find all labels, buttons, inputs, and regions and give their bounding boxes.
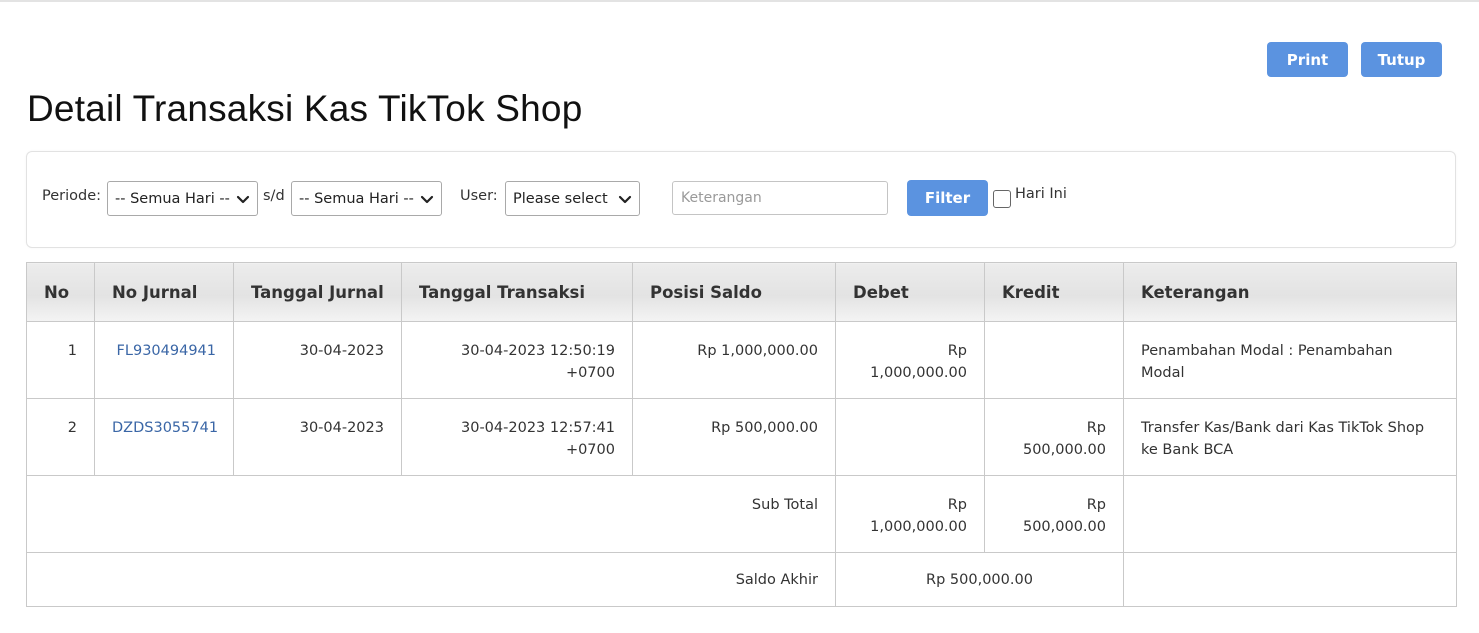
user-select-value: Please select [513, 190, 608, 207]
column-header: Debet [835, 262, 985, 322]
journal-date: 30-04-2023 [233, 321, 402, 399]
subtotal-debit-cell: Rp 1,000,000.00 [835, 475, 985, 553]
journal-date: 30-04-2023 [233, 398, 402, 476]
debit-cell: Rp 1,000,000.00 [835, 321, 985, 399]
keterangan-input[interactable] [672, 181, 888, 215]
print-button[interactable]: Print [1267, 42, 1348, 77]
transaction-timezone: +0700 [565, 442, 615, 458]
table-header-row: No No Jurnal Tanggal Jurnal Tanggal Tran… [26, 262, 1457, 322]
ending-balance-empty-cell [1123, 552, 1457, 607]
transaction-timezone: +0700 [565, 365, 615, 381]
column-header: No [26, 262, 95, 322]
table-row: 1 FL930494941 30-04-2023 30-04-2023 12:5… [26, 321, 1457, 399]
row-number: 2 [26, 398, 95, 476]
periode-to-value: -- Semua Hari -- [299, 190, 414, 207]
column-header: Kredit [984, 262, 1124, 322]
periode-from-value: -- Semua Hari -- [115, 190, 230, 207]
debit-cell [835, 398, 985, 476]
column-header: Keterangan [1123, 262, 1457, 322]
subtotal-row: Sub Total Rp 1,000,000.00 Rp 500,000.00 [26, 475, 1457, 553]
credit-cell: Rp 500,000.00 [984, 398, 1124, 476]
description-cell: Penambahan Modal : Penambahan Modal [1123, 321, 1457, 399]
user-select[interactable]: Please select [505, 181, 640, 216]
ending-balance-label: Saldo Akhir [26, 552, 836, 607]
row-number: 1 [26, 321, 95, 399]
balance-position: Rp 500,000.00 [632, 398, 836, 476]
transaction-datetime: 30-04-2023 12:50:19 [461, 343, 615, 359]
periode-from-select[interactable]: -- Semua Hari -- [107, 181, 258, 216]
filter-button[interactable]: Filter [907, 180, 988, 216]
journal-cell: FL930494941 [94, 321, 234, 399]
transaction-date-cell: 30-04-2023 12:50:19 +0700 [401, 321, 633, 399]
subtotal-debit-currency: Rp [947, 497, 967, 513]
journal-link[interactable]: FL930494941 [117, 343, 216, 359]
periode-to-select[interactable]: -- Semua Hari -- [291, 181, 442, 216]
hari-ini-label: Hari Ini [1015, 186, 1067, 202]
user-label: User: [460, 188, 498, 204]
chevron-down-icon [420, 195, 434, 204]
debit-currency: Rp [947, 343, 967, 359]
close-button[interactable]: Tutup [1361, 42, 1442, 77]
chevron-down-icon [236, 195, 250, 204]
journal-cell: DZDS3055741 [94, 398, 234, 476]
column-header: Tanggal Jurnal [233, 262, 402, 322]
credit-currency: Rp [1086, 420, 1106, 436]
table-row: 2 DZDS3055741 30-04-2023 30-04-2023 12:5… [26, 398, 1457, 476]
journal-link[interactable]: DZDS3055741 [112, 420, 218, 436]
credit-amount: 500,000.00 [1022, 442, 1106, 458]
description-line: Transfer Kas/Bank dari Kas TikTok Shop [1141, 420, 1425, 436]
subtotal-debit-amount: 1,000,000.00 [870, 519, 967, 535]
subtotal-credit-amount: 500,000.00 [1022, 519, 1106, 535]
subtotal-label: Sub Total [26, 475, 836, 553]
column-header: Posisi Saldo [632, 262, 836, 322]
hari-ini-checkbox[interactable] [993, 190, 1011, 208]
transaction-date-cell: 30-04-2023 12:57:41 +0700 [401, 398, 633, 476]
periode-separator: s/d [263, 188, 285, 204]
column-header: Tanggal Transaksi [401, 262, 633, 322]
description-line: Penambahan Modal : Penambahan Modal [1141, 343, 1393, 381]
subtotal-credit-currency: Rp [1086, 497, 1106, 513]
periode-label: Periode: [42, 188, 102, 204]
description-cell: Transfer Kas/Bank dari Kas TikTok Shop ke… [1123, 398, 1457, 476]
ending-balance-row: Saldo Akhir Rp 500,000.00 [26, 552, 1457, 607]
transaction-table: No No Jurnal Tanggal Jurnal Tanggal Tran… [26, 262, 1457, 607]
ending-balance-value: Rp 500,000.00 [835, 552, 1124, 607]
balance-position: Rp 1,000,000.00 [632, 321, 836, 399]
subtotal-empty-cell [1123, 475, 1457, 553]
transaction-datetime: 30-04-2023 12:57:41 [461, 420, 615, 436]
debit-amount: 1,000,000.00 [870, 365, 967, 381]
subtotal-credit-cell: Rp 500,000.00 [984, 475, 1124, 553]
page-title: Detail Transaksi Kas TikTok Shop [27, 88, 583, 129]
description-line: ke Bank BCA [1141, 442, 1234, 458]
credit-cell [984, 321, 1124, 399]
column-header: No Jurnal [94, 262, 234, 322]
chevron-down-icon [618, 195, 632, 204]
top-divider [0, 0, 1479, 2]
